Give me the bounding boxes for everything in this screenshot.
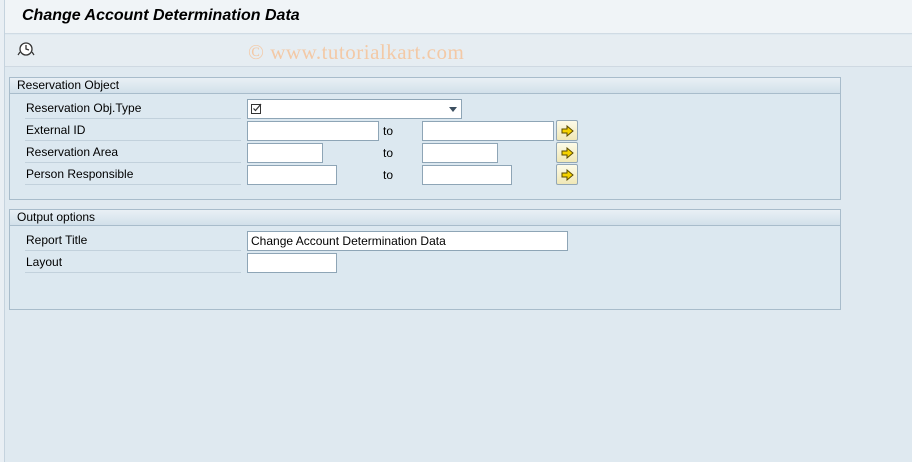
external-id-to-input[interactable]	[422, 121, 554, 141]
watermark: © www.tutorialkart.com	[248, 40, 465, 64]
report-title-input[interactable]: Change Account Determination Data	[247, 231, 568, 251]
report-title-row: Report Title Change Account Determinatio…	[25, 231, 845, 251]
title-bar: Change Account Determination Data	[5, 0, 912, 34]
reservation-area-to-label: to	[383, 146, 394, 160]
external-id-to-label: to	[383, 124, 394, 138]
page-title: Change Account Determination Data	[22, 7, 300, 24]
reservation-area-from-input[interactable]	[247, 143, 323, 163]
sap-window: Change Account Determination Data © www.…	[4, 0, 912, 462]
arrow-right-icon	[561, 125, 574, 137]
arrow-right-icon	[561, 147, 574, 159]
layout-input[interactable]	[247, 253, 337, 273]
reservation-object-heading: Reservation Object	[10, 78, 840, 94]
person-responsible-to-label: to	[383, 168, 394, 182]
person-responsible-multiple-selection-button[interactable]	[556, 164, 578, 185]
person-responsible-to-input[interactable]	[422, 165, 512, 185]
status-bar	[5, 455, 912, 462]
layout-row: Layout	[25, 253, 845, 273]
output-options-group: Output options Report Title Change Accou…	[9, 209, 841, 310]
application-toolbar: © www.tutorialkart.com	[5, 35, 912, 67]
person-responsible-label: Person Responsible	[25, 167, 241, 185]
output-options-heading: Output options	[10, 210, 840, 226]
external-id-label: External ID	[25, 123, 241, 141]
arrow-right-icon	[561, 169, 574, 181]
report-title-label: Report Title	[25, 233, 241, 251]
external-id-from-input[interactable]	[247, 121, 379, 141]
person-responsible-row: Person Responsible to	[25, 164, 845, 185]
reservation-obj-type-row: Reservation Obj.Type	[25, 99, 845, 119]
chevron-down-icon[interactable]	[449, 107, 457, 112]
reservation-area-multiple-selection-button[interactable]	[556, 142, 578, 163]
execute-clock-icon[interactable]	[17, 40, 35, 58]
layout-label: Layout	[25, 255, 241, 273]
external-id-multiple-selection-button[interactable]	[556, 120, 578, 141]
reservation-obj-type-label: Reservation Obj.Type	[25, 101, 241, 119]
external-id-row: External ID to	[25, 120, 845, 141]
reservation-area-to-input[interactable]	[422, 143, 498, 163]
reservation-object-group: Reservation Object Reservation Obj.Type …	[9, 77, 841, 200]
reservation-obj-type-dropdown[interactable]	[247, 99, 462, 119]
checkbox-icon	[251, 103, 262, 114]
reservation-area-label: Reservation Area	[25, 145, 241, 163]
person-responsible-from-input[interactable]	[247, 165, 337, 185]
reservation-area-row: Reservation Area to	[25, 142, 845, 163]
